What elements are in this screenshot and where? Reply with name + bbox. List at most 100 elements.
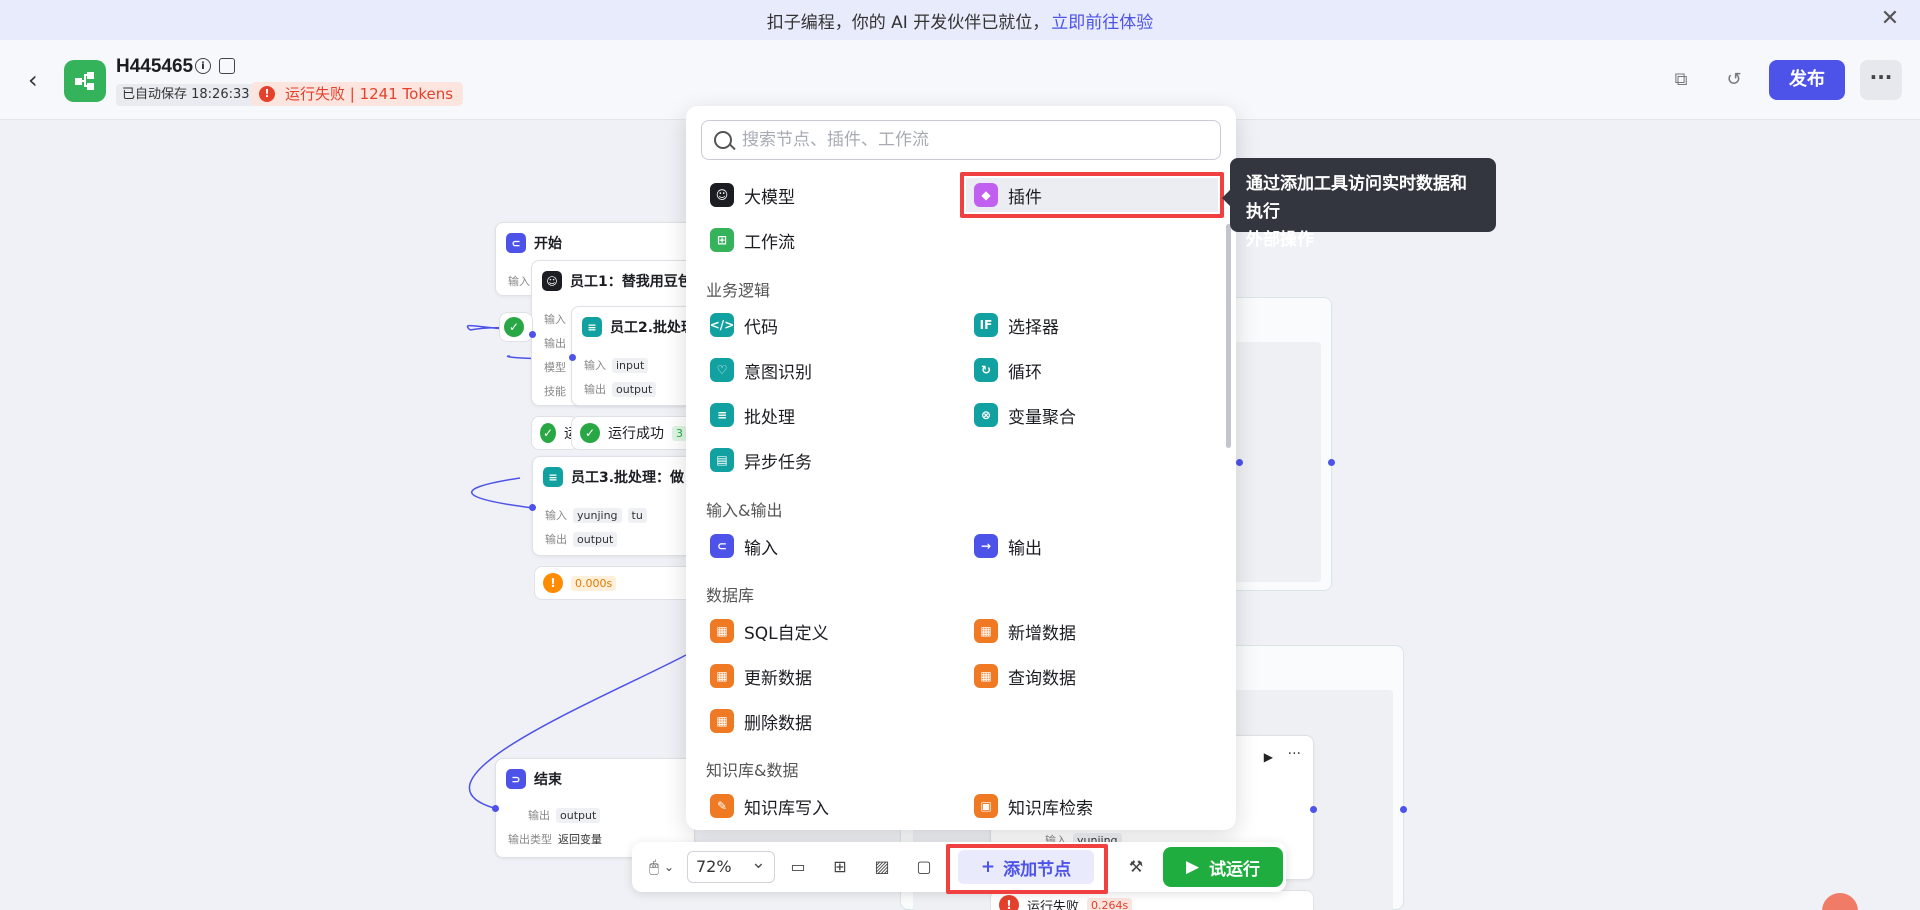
tooltip-line1: 通过添加工具访问实时数据和执行 <box>1246 174 1467 222</box>
end-icon: ⊃ <box>506 769 526 789</box>
port[interactable] <box>492 805 499 812</box>
item-selector-label: 选择器 <box>1008 317 1059 338</box>
port[interactable] <box>1328 459 1335 466</box>
image-icon[interactable]: ▨ <box>870 855 894 879</box>
check-icon: ✓ <box>580 423 600 443</box>
database-search-icon: ▦ <box>974 664 998 688</box>
item-batch[interactable]: ≡ 批处理 <box>704 397 795 433</box>
kb-search-icon: ▣ <box>974 794 998 818</box>
item-sql-label: SQL自定义 <box>744 623 829 644</box>
database-update-icon: ▦ <box>710 664 734 688</box>
item-selector[interactable]: IF 选择器 <box>968 307 1059 343</box>
port[interactable] <box>529 504 536 511</box>
loop-icon: ↻ <box>974 358 998 382</box>
section-logic: 业务逻辑 <box>706 281 771 300</box>
item-async-label: 异步任务 <box>744 452 812 473</box>
port[interactable] <box>569 354 576 361</box>
output-icon: → <box>974 534 998 558</box>
llm-icon: ☺ <box>710 183 734 207</box>
item-kb-write[interactable]: ✎ 知识库写入 <box>704 788 829 824</box>
code-icon: </> <box>710 313 734 337</box>
employee3-node[interactable]: ≡ 员工3.批处理：做 输入 yunjing tu 输出 output <box>532 456 700 556</box>
end-output-label: 输出 <box>528 809 550 822</box>
item-query-data-label: 查询数据 <box>1008 668 1076 689</box>
plugin-icon: ◆ <box>974 183 998 207</box>
warning-icon: ! <box>543 573 563 593</box>
item-kb-search[interactable]: ▣ 知识库检索 <box>968 788 1093 824</box>
add-node-highlight-box <box>946 844 1108 894</box>
item-sql[interactable]: ▦ SQL自定义 <box>704 613 829 649</box>
emp1-row-output: 输出 <box>544 337 566 350</box>
aggregate-icon: ⊗ <box>974 403 998 427</box>
zoom-select[interactable]: 72% <box>687 848 775 883</box>
minimap-icon[interactable]: ▢ <box>912 855 936 879</box>
employee3-title: 员工3.批处理：做 <box>571 470 685 486</box>
item-plugin[interactable]: ◆ 插件 <box>968 177 1042 213</box>
if-icon: IF <box>974 313 998 337</box>
employee2-title: 员工2.批处理 <box>610 320 696 336</box>
item-query-data[interactable]: ▦ 查询数据 <box>968 658 1076 694</box>
chevron-down-icon[interactable]: ⌄ <box>662 855 676 879</box>
employee1-title: 员工1：替我用豆包 <box>570 274 692 290</box>
item-delete-data-label: 删除数据 <box>744 713 812 734</box>
database-icon: ▦ <box>710 619 734 643</box>
emp3-output-var: output <box>573 531 618 547</box>
section-io: 输入&输出 <box>706 501 783 520</box>
item-update-data-label: 更新数据 <box>744 668 812 689</box>
right-fail-time: 0.264s <box>1087 897 1133 910</box>
section-kb: 知识库&数据 <box>706 761 799 780</box>
item-input[interactable]: ⊂ 输入 <box>704 528 778 564</box>
item-loop[interactable]: ↻ 循环 <box>968 352 1042 388</box>
kb-write-icon: ✎ <box>710 794 734 818</box>
more-icon[interactable]: ··· <box>1288 746 1301 762</box>
start-node-title: 开始 <box>534 236 562 252</box>
port[interactable] <box>1400 806 1407 813</box>
scrollbar[interactable] <box>1226 224 1231 448</box>
item-var-aggregate[interactable]: ⊗ 变量聚合 <box>968 397 1076 433</box>
emp2-status-text: 运行成功 <box>608 426 664 442</box>
batch-icon: ≡ <box>582 317 602 337</box>
test-run-label: 试运行 <box>1209 859 1261 880</box>
check-icon: ✓ <box>540 423 556 443</box>
item-plugin-label: 插件 <box>1008 187 1042 208</box>
wrench-icon[interactable]: ⚒ <box>1124 855 1148 879</box>
emp2-status: ✓ 运行成功 3 <box>571 416 701 450</box>
emp2-output-var: output <box>612 381 657 397</box>
check-icon: ✓ <box>504 317 524 337</box>
item-batch-label: 批处理 <box>744 407 795 428</box>
emp3-input-var: tu <box>627 507 647 523</box>
item-llm[interactable]: ☺ 大模型 <box>704 177 795 213</box>
item-workflow[interactable]: ⊞ 工作流 <box>704 222 795 258</box>
item-kb-write-label: 知识库写入 <box>744 798 829 819</box>
database-delete-icon: ▦ <box>710 709 734 733</box>
test-run-button[interactable]: ▶ 试运行 <box>1163 847 1283 887</box>
emp3-output-label: 输出 <box>545 533 567 546</box>
item-insert-data[interactable]: ▦ 新增数据 <box>968 613 1076 649</box>
search-icon <box>714 131 732 149</box>
item-update-data[interactable]: ▦ 更新数据 <box>704 658 812 694</box>
emp2-input-var: input <box>612 357 649 373</box>
item-async[interactable]: ▤ 异步任务 <box>704 442 812 478</box>
item-output-label: 输出 <box>1008 538 1042 559</box>
port[interactable] <box>529 331 536 338</box>
item-kb-search-label: 知识库检索 <box>1008 798 1093 819</box>
port[interactable] <box>1236 459 1243 466</box>
item-delete-data[interactable]: ▦ 删除数据 <box>704 703 812 739</box>
search-input[interactable] <box>742 130 1202 150</box>
port[interactable] <box>1310 806 1317 813</box>
employee2-node[interactable]: ≡ 员工2.批处理 输入 input 输出 output <box>571 306 701 406</box>
item-output[interactable]: → 输出 <box>968 528 1042 564</box>
item-intent-label: 意图识别 <box>744 362 812 383</box>
plugin-tooltip: 通过添加工具访问实时数据和执行 外部操作 <box>1222 158 1496 250</box>
end-output-type-value: 返回变量 <box>558 833 602 846</box>
comment-icon[interactable]: ▭ <box>786 855 810 879</box>
layout-icon[interactable]: ⊞ <box>828 855 852 879</box>
item-code[interactable]: </> 代码 <box>704 307 778 343</box>
item-intent[interactable]: ♡ 意图识别 <box>704 352 812 388</box>
intent-icon: ♡ <box>710 358 734 382</box>
search-box[interactable] <box>701 120 1221 160</box>
end-output-type-label: 输出类型 <box>508 833 552 846</box>
item-workflow-label: 工作流 <box>744 232 795 253</box>
play-icon[interactable]: ▶ <box>1264 750 1273 764</box>
emp3-input-var: yunjing <box>573 507 622 523</box>
